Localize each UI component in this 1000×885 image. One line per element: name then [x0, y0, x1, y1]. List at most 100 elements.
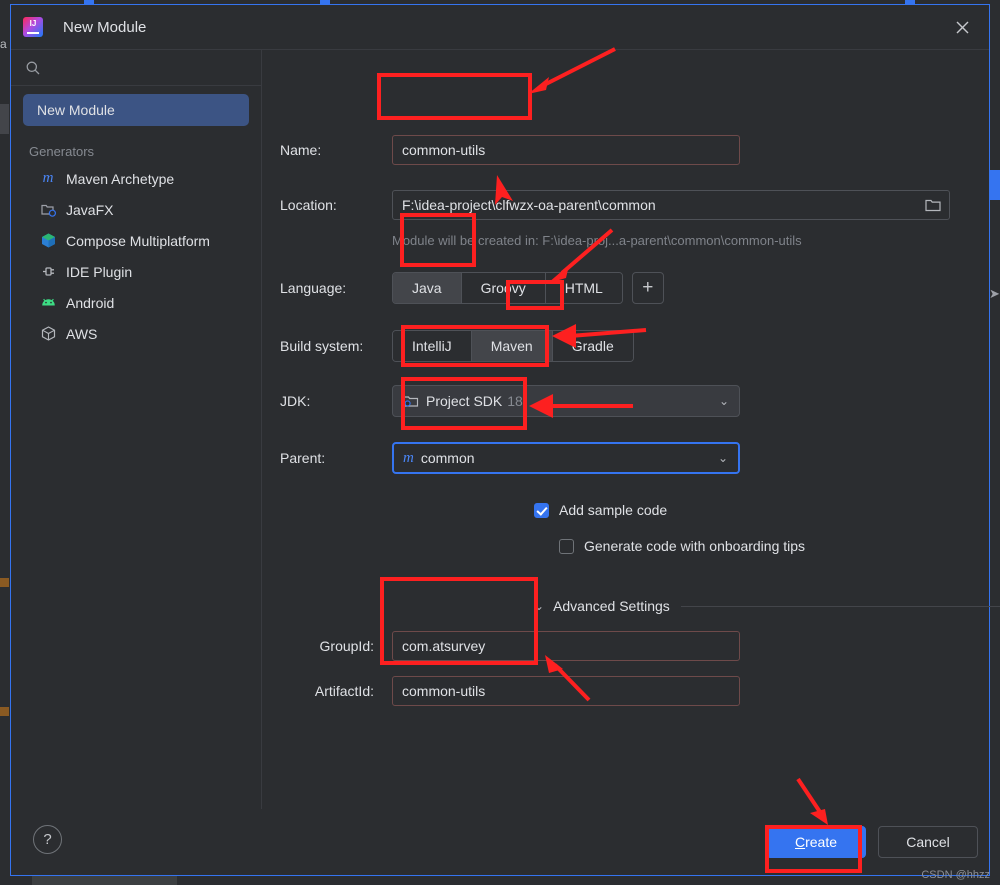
dialog-title: New Module	[63, 18, 147, 36]
language-option-java[interactable]: Java	[393, 273, 462, 303]
sidebar-item-new-module[interactable]: New Module	[23, 94, 249, 126]
dialog-footer: ? Create Cancel	[11, 809, 989, 875]
parent-row: Parent: m common ⌄	[280, 442, 740, 474]
compose-multiplatform-icon	[39, 232, 57, 250]
location-field-wrapper	[392, 190, 950, 220]
jdk-label: JDK:	[280, 393, 311, 409]
background-left-marker	[0, 707, 9, 716]
maven-icon: m	[403, 450, 414, 467]
advanced-settings-divider	[680, 605, 1000, 607]
location-hint: Module will be created in: F:\idea-proj.…	[392, 233, 802, 248]
onboarding-tips-label: Generate code with onboarding tips	[584, 538, 806, 554]
background-editor-letter: a	[0, 37, 7, 51]
location-label: Location:	[280, 197, 337, 213]
help-button[interactable]: ?	[33, 825, 62, 854]
sidebar-item-maven-archetype[interactable]: m Maven Archetype	[11, 163, 261, 194]
build-system-option-intellij[interactable]: IntelliJ	[393, 331, 472, 361]
language-segmented-control: Java Groovy HTML	[392, 272, 623, 304]
build-system-label: Build system:	[280, 338, 364, 354]
sidebar-item-android[interactable]: Android	[11, 287, 261, 318]
language-label: Language:	[280, 280, 347, 296]
artifact-id-input[interactable]	[392, 676, 740, 706]
jdk-row: JDK: Project SDK 18 ⌄	[280, 385, 740, 417]
create-button-mnemonic: C	[794, 834, 806, 850]
onboarding-tips-checkbox-row[interactable]: Generate code with onboarding tips	[559, 538, 805, 554]
add-sample-code-checkbox[interactable]	[534, 502, 549, 518]
new-module-dialog: New Module	[10, 4, 1000, 876]
ide-plugin-icon	[39, 263, 57, 281]
parent-value: common	[420, 450, 475, 466]
build-system-option-gradle[interactable]: Gradle	[552, 331, 633, 361]
search-input[interactable]	[41, 59, 261, 76]
name-row: Name:	[280, 135, 740, 165]
create-button[interactable]: Create	[766, 826, 866, 858]
sidebar-item-compose-multiplatform[interactable]: Compose Multiplatform	[11, 225, 261, 256]
aws-icon	[39, 325, 57, 343]
sidebar-list: New Module Generators m Maven Archetype	[11, 86, 261, 349]
background-bottom-segment	[32, 876, 177, 885]
dialog-titlebar: New Module	[11, 5, 989, 49]
sidebar-item-ide-plugin[interactable]: IDE Plugin	[11, 256, 261, 287]
add-sample-code-label: Add sample code	[559, 502, 668, 518]
language-row: Language: Java Groovy HTML +	[280, 272, 664, 304]
javafx-glyph	[40, 204, 56, 217]
background-right-highlight	[990, 170, 1000, 200]
sidebar-item-label: New Module	[37, 102, 115, 118]
dialog-sidebar: New Module Generators m Maven Archetype	[11, 50, 262, 809]
build-system-option-maven[interactable]: Maven	[471, 331, 553, 361]
android-glyph	[41, 298, 55, 305]
name-input[interactable]	[392, 135, 740, 165]
javafx-icon	[39, 201, 57, 219]
close-glyph	[956, 21, 968, 33]
location-input[interactable]	[392, 190, 950, 220]
background-right-arrow-icon: ➤	[989, 286, 1000, 301]
chevron-down-icon: ⌄	[717, 451, 728, 465]
group-id-label: GroupId:	[319, 638, 374, 654]
jdk-combobox[interactable]: Project SDK 18 ⌄	[392, 385, 740, 417]
sidebar-item-label: Compose Multiplatform	[66, 232, 210, 249]
cancel-button[interactable]: Cancel	[878, 826, 978, 858]
sidebar-item-javafx[interactable]: JavaFX	[11, 194, 261, 225]
group-id-input[interactable]	[392, 631, 740, 661]
dialog-content: Name: Location: Module will be created i…	[262, 50, 1000, 809]
sidebar-item-label: JavaFX	[66, 201, 114, 218]
aws-box-glyph	[41, 326, 55, 341]
language-option-groovy[interactable]: Groovy	[461, 273, 546, 303]
sidebar-item-label: Android	[66, 294, 115, 311]
maven-m-glyph: m	[403, 449, 414, 466]
group-id-row: GroupId:	[280, 631, 740, 661]
language-option-html[interactable]: HTML	[545, 273, 622, 303]
sidebar-search-row[interactable]	[11, 50, 261, 86]
watermark: CSDN @hhzz	[921, 869, 990, 881]
maven-icon: m	[39, 170, 57, 188]
artifact-id-label: ArtifactId:	[314, 683, 374, 699]
sidebar-item-label: Maven Archetype	[66, 170, 175, 187]
sidebar-item-label: IDE Plugin	[66, 263, 133, 280]
artifact-id-row: ArtifactId:	[280, 676, 740, 706]
chevron-down-icon: ⌄	[718, 394, 729, 408]
sidebar-item-aws[interactable]: AWS	[11, 318, 261, 349]
build-system-row: Build system: IntelliJ Maven Gradle	[280, 330, 634, 362]
compose-glyph	[41, 233, 55, 248]
plug-glyph	[42, 267, 54, 276]
create-button-label: reate	[805, 834, 838, 850]
build-system-segmented-control: IntelliJ Maven Gradle	[392, 330, 634, 362]
add-language-button[interactable]: +	[631, 272, 664, 304]
add-sample-code-checkbox-row[interactable]: Add sample code	[534, 502, 667, 518]
advanced-settings-header[interactable]: ⌄ Advanced Settings	[534, 598, 1000, 614]
background-right-strip	[990, 0, 1000, 885]
folder-browse-icon[interactable]	[924, 196, 942, 214]
onboarding-tips-checkbox[interactable]	[559, 538, 574, 554]
parent-combobox[interactable]: m common ⌄	[392, 442, 740, 474]
sidebar-item-label: AWS	[66, 325, 98, 342]
close-icon[interactable]	[945, 13, 979, 41]
screenshot-root: a ➤ New Module	[0, 0, 1000, 885]
sdk-folder-glyph	[402, 395, 419, 407]
maven-m-glyph: m	[42, 170, 54, 186]
background-left-marker	[0, 578, 9, 587]
chevron-down-icon: ⌄	[534, 599, 545, 613]
search-icon	[26, 61, 40, 74]
sidebar-section-generators: Generators	[29, 144, 95, 159]
location-row: Location:	[280, 190, 950, 220]
android-icon	[39, 294, 57, 312]
